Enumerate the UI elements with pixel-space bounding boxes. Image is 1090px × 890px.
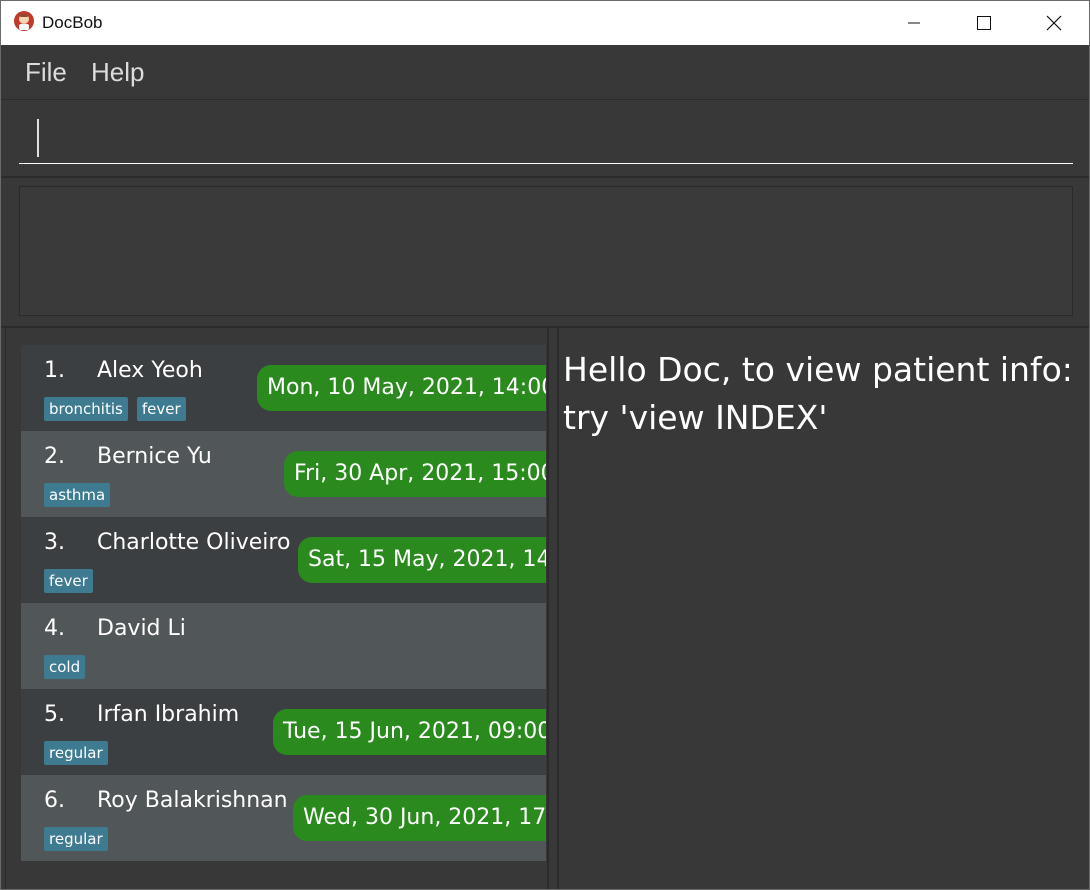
patient-tag: regular: [44, 827, 108, 851]
close-icon: [1046, 15, 1062, 31]
patient-card[interactable]: 4. David Li cold: [21, 603, 546, 689]
menu-bar: File Help: [1, 45, 1089, 100]
app-window: DocBob File Help 1. Alex Yeoh bronchitis fe…: [0, 0, 1090, 890]
text-caret: [37, 119, 39, 157]
patient-tags: bronchitis fever: [44, 397, 186, 421]
patient-tag: fever: [44, 569, 93, 593]
patient-tags: fever: [44, 569, 93, 593]
menu-file[interactable]: File: [25, 57, 67, 88]
main-split-pane: 1. Alex Yeoh bronchitis fever Mon, 10 May, 2…: [1, 328, 1089, 889]
appointment-badge: Mon, 10 May, 2021, 14:00: [257, 365, 546, 411]
patient-tag: cold: [44, 655, 86, 679]
patient-tag: bronchitis: [44, 397, 128, 421]
patient-list-panel: 1. Alex Yeoh bronchitis fever Mon, 10 May, 2…: [5, 328, 548, 889]
window-title: DocBob: [42, 13, 103, 32]
patient-list[interactable]: 1. Alex Yeoh bronchitis fever Mon, 10 May, 2…: [21, 345, 546, 861]
patient-tag: asthma: [44, 483, 111, 507]
split-divider[interactable]: [547, 328, 559, 889]
patient-name: Charlotte Oliveiro: [97, 530, 291, 555]
appointment-badge: Wed, 30 Jun, 2021, 17:00: [293, 795, 546, 841]
patient-tag: regular: [44, 741, 108, 765]
maximize-icon: [977, 16, 991, 30]
patient-index: 4.: [44, 616, 65, 641]
patient-name: David Li: [97, 616, 186, 641]
patient-name: Bernice Yu: [97, 444, 212, 469]
patient-card[interactable]: 2. Bernice Yu asthma Fri, 30 Apr, 2021, 15:…: [21, 431, 546, 517]
minimize-icon: [908, 22, 920, 24]
patient-index: 5.: [44, 702, 65, 727]
appointment-badge: Fri, 30 Apr, 2021, 15:00: [284, 451, 546, 497]
patient-tag: fever: [136, 397, 186, 421]
result-display[interactable]: [19, 186, 1073, 316]
patient-index: 3.: [44, 530, 65, 555]
patient-tags: asthma: [44, 483, 111, 507]
patient-index: 6.: [44, 788, 65, 813]
patient-name: Alex Yeoh: [97, 358, 203, 383]
patient-tags: regular: [44, 741, 108, 765]
patient-name: Irfan Ibrahim: [97, 702, 240, 727]
patient-tags: regular: [44, 827, 108, 851]
minimize-button[interactable]: [891, 1, 937, 45]
patient-name: Roy Balakrishnan: [97, 788, 288, 813]
maximize-button[interactable]: [961, 1, 1007, 45]
menu-help[interactable]: Help: [91, 57, 144, 88]
close-button[interactable]: [1031, 1, 1077, 45]
patient-card[interactable]: 1. Alex Yeoh bronchitis fever Mon, 10 May, 2…: [21, 345, 546, 431]
patient-index: 1.: [44, 358, 65, 383]
app-logo-icon: [14, 11, 34, 31]
title-bar: DocBob: [1, 1, 1089, 45]
command-box-area: [1, 100, 1089, 178]
command-input[interactable]: [19, 114, 1073, 164]
patient-tags: cold: [44, 655, 86, 679]
patient-index: 2.: [44, 444, 65, 469]
patient-card[interactable]: 5. Irfan Ibrahim regular Tue, 15 Jun, 2021,…: [21, 689, 546, 775]
patient-info-message: Hello Doc, to view patient info: try 'vi…: [563, 350, 1073, 437]
patient-info-panel: Hello Doc, to view patient info: try 'vi…: [559, 328, 1089, 889]
result-display-area: [1, 178, 1089, 328]
patient-card[interactable]: 6. Roy Balakrishnan regular Wed, 30 Jun, 20…: [21, 775, 546, 861]
appointment-badge: Tue, 15 Jun, 2021, 09:00: [273, 709, 546, 755]
appointment-badge: Sat, 15 May, 2021, 14:00: [298, 537, 546, 583]
patient-card[interactable]: 3. Charlotte Oliveiro fever Sat, 15 May, 20…: [21, 517, 546, 603]
